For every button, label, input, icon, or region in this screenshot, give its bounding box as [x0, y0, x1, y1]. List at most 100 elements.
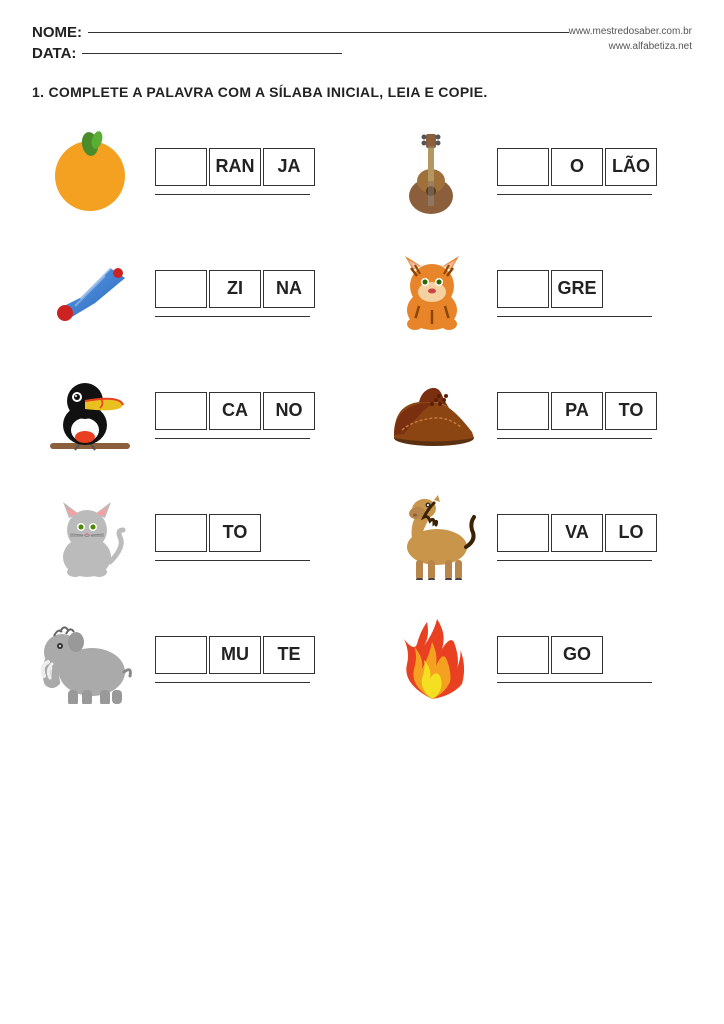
image-mammoth	[32, 614, 147, 704]
toucan-svg	[45, 365, 135, 465]
blank-box[interactable]	[155, 636, 207, 674]
cat-svg	[45, 492, 135, 582]
copy-line-shoe	[497, 438, 652, 439]
syllable-lo: LO	[605, 514, 657, 552]
blank-box[interactable]	[497, 148, 549, 186]
word-area-guitar: O LÃO	[489, 148, 692, 195]
image-horse	[374, 495, 489, 580]
data-underline	[82, 53, 342, 54]
header: NOME: DATA: www.mestredosaber.com.br www…	[32, 24, 692, 66]
word-area-fire: GO	[489, 636, 692, 683]
syllable-lao: LÃO	[605, 148, 657, 186]
syllable-o: O	[551, 148, 603, 186]
vuvuzela-svg	[45, 248, 135, 338]
word-area-vuvuzela: ZI NA	[147, 270, 350, 317]
exercise-row: TO	[32, 482, 692, 592]
exercise-col-left: RAN JA	[32, 126, 350, 216]
copy-line-toucan	[155, 438, 310, 439]
mammoth-svg	[40, 614, 140, 704]
exercise-col-left: TO	[32, 492, 350, 582]
syllable-ran: RAN	[209, 148, 261, 186]
word-area-orange: RAN JA	[147, 148, 350, 195]
blank-box[interactable]	[497, 514, 549, 552]
nome-underline	[88, 32, 569, 33]
syllable-te: TE	[263, 636, 315, 674]
syllable-to: TO	[605, 392, 657, 430]
copy-line-orange	[155, 194, 310, 195]
syllables-cat: TO	[155, 514, 261, 552]
syllable-ca: CA	[209, 392, 261, 430]
orange-svg	[45, 126, 135, 216]
syllable-na: NA	[263, 270, 315, 308]
copy-line-cat	[155, 560, 310, 561]
syllables-guitar: O LÃO	[497, 148, 657, 186]
horse-svg	[382, 495, 482, 580]
instruction: 1. COMPLETE A PALAVRA COM A SÍLABA INICI…	[32, 84, 692, 100]
exercise-row: MU TE GO	[32, 604, 692, 714]
website1: www.mestredosaber.com.br	[569, 24, 692, 39]
image-orange	[32, 126, 147, 216]
syllable-no: NO	[263, 392, 315, 430]
website2: www.alfabetiza.net	[569, 39, 692, 54]
syllable-go: GO	[551, 636, 603, 674]
copy-line-guitar	[497, 194, 652, 195]
exercise-grid: RAN JA	[32, 116, 692, 726]
blank-box[interactable]	[155, 392, 207, 430]
copy-line-horse	[497, 560, 652, 561]
blank-box[interactable]	[497, 270, 549, 308]
data-line: DATA:	[32, 45, 569, 62]
image-guitar	[374, 126, 489, 216]
syllables-mammoth: MU TE	[155, 636, 315, 674]
guitar-svg	[389, 126, 474, 216]
image-tiger	[374, 248, 489, 338]
image-vuvuzela	[32, 248, 147, 338]
blank-box[interactable]	[155, 514, 207, 552]
blank-box[interactable]	[155, 270, 207, 308]
image-fire	[374, 614, 489, 704]
word-area-toucan: CA NO	[147, 392, 350, 439]
exercise-col-right: PA TO	[374, 380, 692, 450]
copy-line-mammoth	[155, 682, 310, 683]
exercise-row: CA NO	[32, 360, 692, 470]
syllable-mu: MU	[209, 636, 261, 674]
syllable-ja: JA	[263, 148, 315, 186]
exercise-row: ZI NA	[32, 238, 692, 348]
syllable-va: VA	[551, 514, 603, 552]
syllables-tiger: GRE	[497, 270, 603, 308]
word-area-mammoth: MU TE	[147, 636, 350, 683]
blank-box[interactable]	[497, 392, 549, 430]
copy-line-vuvuzela	[155, 316, 310, 317]
syllable-pa: PA	[551, 392, 603, 430]
image-toucan	[32, 365, 147, 465]
exercise-col-right: O LÃO	[374, 126, 692, 216]
fire-svg	[392, 614, 472, 704]
image-cat	[32, 492, 147, 582]
syllables-vuvuzela: ZI NA	[155, 270, 315, 308]
data-label: DATA:	[32, 45, 76, 62]
syllable-to: TO	[209, 514, 261, 552]
word-area-cat: TO	[147, 514, 350, 561]
exercise-col-right: GRE	[374, 248, 692, 338]
syllables-shoe: PA TO	[497, 392, 657, 430]
website-info: www.mestredosaber.com.br www.alfabetiza.…	[569, 24, 692, 54]
header-left: NOME: DATA:	[32, 24, 569, 66]
exercise-col-left: MU TE	[32, 614, 350, 704]
exercise-col-left: ZI NA	[32, 248, 350, 338]
image-shoe	[374, 380, 489, 450]
syllables-toucan: CA NO	[155, 392, 315, 430]
syllables-horse: VA LO	[497, 514, 657, 552]
tiger-svg	[387, 248, 477, 338]
shoe-svg	[384, 380, 479, 450]
exercise-col-right: GO	[374, 614, 692, 704]
exercise-row: RAN JA	[32, 116, 692, 226]
word-area-shoe: PA TO	[489, 392, 692, 439]
syllables-fire: GO	[497, 636, 603, 674]
blank-box[interactable]	[155, 148, 207, 186]
blank-box[interactable]	[497, 636, 549, 674]
syllable-gre: GRE	[551, 270, 603, 308]
word-area-tiger: GRE	[489, 270, 692, 317]
exercise-col-right: VA LO	[374, 495, 692, 580]
syllables-orange: RAN JA	[155, 148, 315, 186]
exercise-col-left: CA NO	[32, 365, 350, 465]
copy-line-tiger	[497, 316, 652, 317]
